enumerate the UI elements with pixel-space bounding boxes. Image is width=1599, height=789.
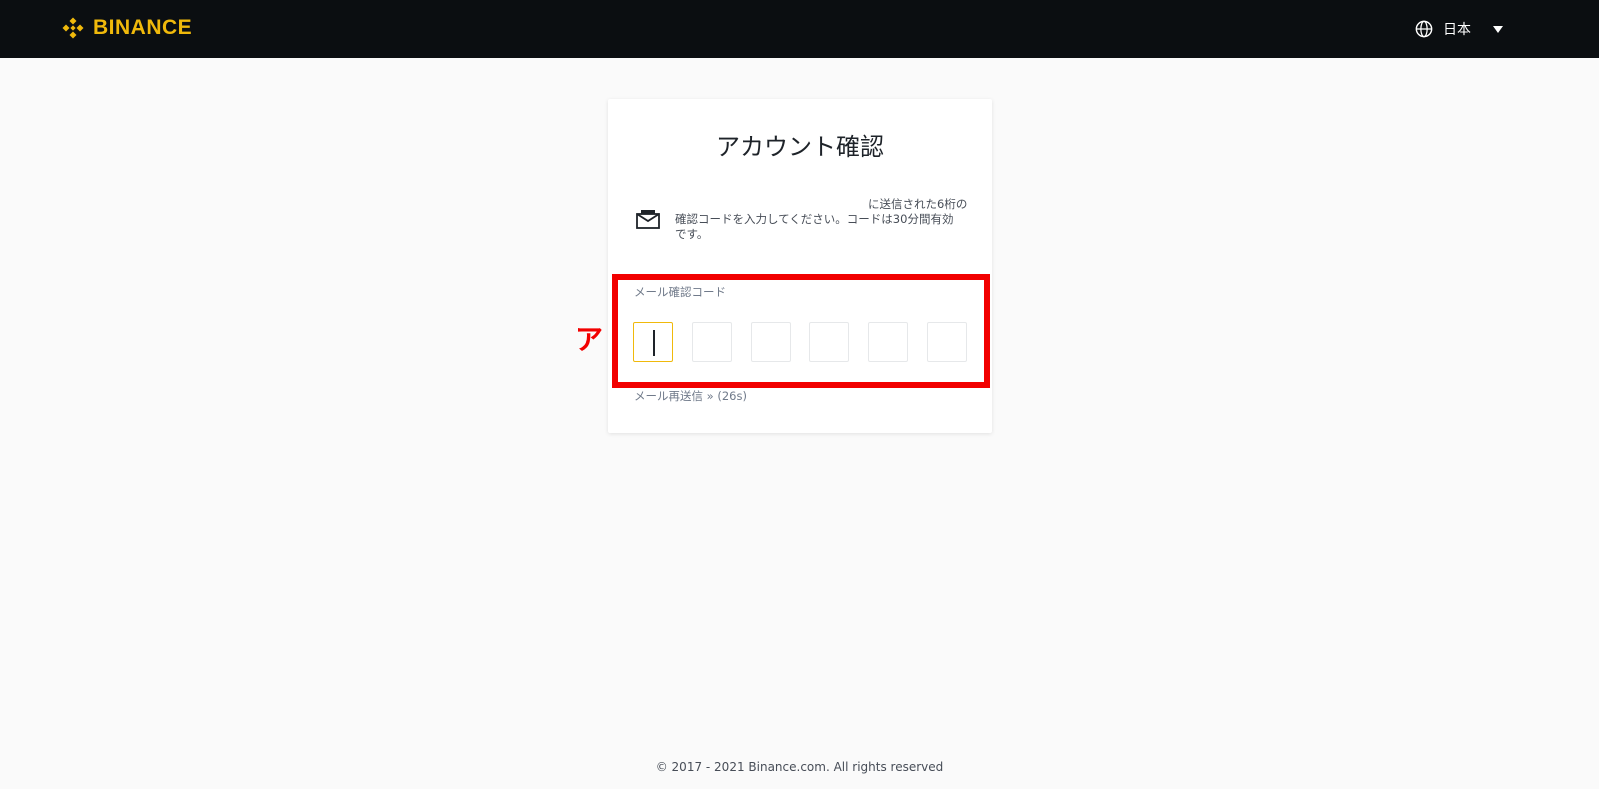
info-text-top: に送信された6桁の — [868, 197, 968, 211]
annotation-marker: ア — [575, 323, 604, 356]
mail-icon — [636, 210, 660, 229]
brand-name: BINANCE — [93, 16, 193, 39]
verification-info: に送信された6桁の 確認コードを入力してください。コードは30分間有効 です。 — [636, 195, 972, 255]
resend-email-link[interactable]: メール再送信 » (26s) — [634, 388, 747, 404]
chevron-down-icon — [1493, 25, 1503, 33]
footer-copyright: © 2017 - 2021 Binance.com. All rights re… — [655, 760, 944, 774]
binance-logo[interactable]: BINANCE — [59, 13, 192, 43]
info-text-main: 確認コードを入力してください。コードは30分間有効 — [675, 212, 954, 226]
annotation-highlight-box — [612, 274, 990, 388]
language-selector[interactable]: 日本 — [1415, 17, 1503, 41]
info-text-end: です。 — [675, 227, 709, 241]
globe-icon — [1415, 20, 1433, 38]
top-bar: BINANCE 日本 — [0, 0, 1599, 58]
language-label: 日本 — [1443, 22, 1471, 38]
page-title: アカウント確認 — [716, 133, 884, 161]
binance-logo-icon — [62, 17, 84, 39]
